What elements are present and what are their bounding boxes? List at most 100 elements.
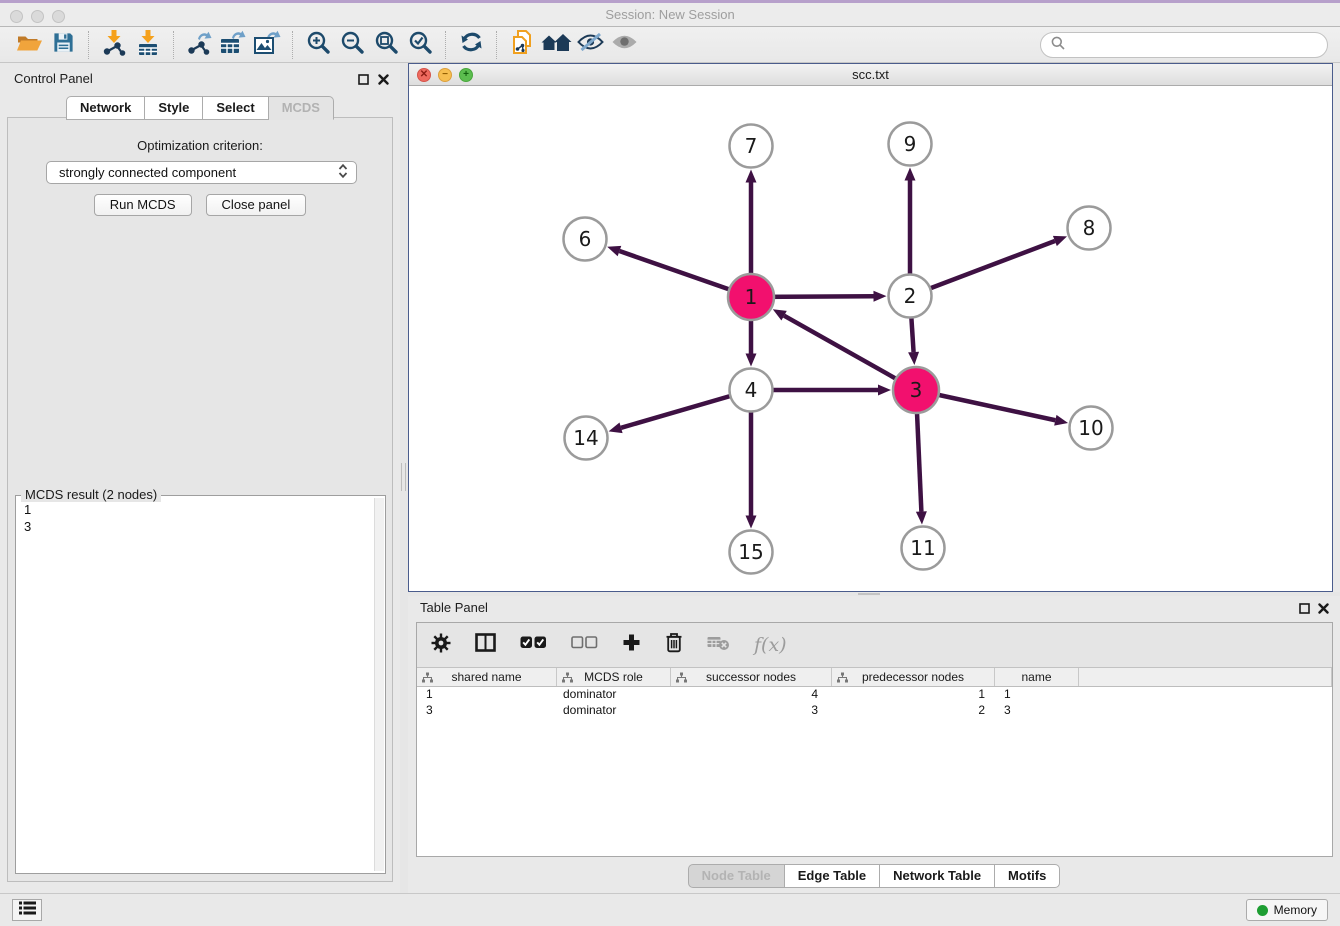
table-cell[interactable]: dominator (557, 703, 671, 719)
column-header-mcds-role[interactable]: MCDS role (557, 668, 671, 686)
eye-icon (611, 33, 638, 56)
zoom-fit-button[interactable] (369, 30, 403, 60)
table-row[interactable]: 3dominator323 (417, 703, 1332, 719)
table-cell[interactable]: 3 (417, 703, 557, 719)
deselect-all-button[interactable] (571, 636, 598, 654)
delete-column-button[interactable] (665, 632, 683, 658)
task-history-button[interactable] (12, 899, 42, 921)
tab-edge-table[interactable]: Edge Table (785, 864, 880, 888)
graph-node-label-1: 1 (745, 285, 758, 309)
table-panel-title: Table Panel (420, 600, 488, 615)
tab-network[interactable]: Network (66, 96, 145, 120)
refresh-layout-button[interactable] (454, 30, 488, 60)
criterion-dropdown[interactable]: strongly connected component (46, 161, 357, 184)
export-table-icon (219, 29, 247, 60)
column-header-name[interactable]: name (995, 668, 1079, 686)
close-panel-button[interactable]: Close panel (206, 194, 307, 216)
zoom-selected-button[interactable] (403, 30, 437, 60)
show-hide-columns-button[interactable] (475, 633, 496, 657)
column-header-predecessor-nodes[interactable]: predecessor nodes (832, 668, 995, 686)
tab-select[interactable]: Select (203, 96, 268, 120)
horizontal-splitter[interactable] (408, 592, 1340, 596)
column-header-successor-nodes[interactable]: successor nodes (671, 668, 832, 686)
import-table-icon (136, 29, 160, 61)
table-panel-close-button[interactable] (1316, 601, 1330, 615)
table-cell[interactable]: 1 (832, 687, 995, 703)
tab-mcds[interactable]: MCDS (269, 96, 334, 120)
criterion-dropdown-value: strongly connected component (59, 165, 338, 180)
optimization-criterion-label: Optimization criterion: (8, 138, 392, 153)
show-all-button[interactable] (607, 30, 641, 60)
control-panel-close-button[interactable] (376, 72, 390, 86)
zoom-in-button[interactable] (301, 30, 335, 60)
home-layout-button[interactable] (539, 30, 573, 60)
graph-node-label-4: 4 (745, 378, 758, 402)
table-options-button[interactable] (431, 633, 451, 658)
table-row[interactable]: 1dominator411 (417, 687, 1332, 703)
columns-icon (475, 633, 496, 657)
network-frame-titlebar[interactable]: ✕ − + scc.txt (409, 64, 1332, 86)
tab-motifs[interactable]: Motifs (995, 864, 1060, 888)
table-cell[interactable]: 4 (671, 687, 832, 703)
edge-arrowhead (746, 354, 757, 367)
search-input[interactable] (1071, 38, 1317, 53)
import-table-button[interactable] (131, 30, 165, 60)
column-type-icon (676, 672, 687, 686)
edge-arrowhead (878, 385, 891, 396)
toolbar-separator (173, 31, 174, 59)
delete-table-button[interactable] (707, 635, 730, 656)
tab-node-table[interactable]: Node Table (688, 864, 785, 888)
table-header-row: shared nameMCDS rolesuccessor nodesprede… (417, 668, 1332, 687)
control-panel-content: Optimization criterion: strongly connect… (7, 117, 393, 882)
zoom-selected-icon (408, 30, 433, 60)
edge-arrowhead (1054, 415, 1068, 426)
run-mcds-button[interactable]: Run MCDS (94, 194, 192, 216)
zoom-out-button[interactable] (335, 30, 369, 60)
add-column-button[interactable] (622, 633, 641, 657)
table-toolbar: f(x) (417, 623, 1332, 668)
column-type-icon (837, 672, 848, 686)
table-panel-float-button[interactable] (1297, 601, 1311, 615)
function-builder-button[interactable]: f(x) (754, 634, 787, 656)
edge-arrowhead (873, 291, 886, 302)
table-cell[interactable]: dominator (557, 687, 671, 703)
mcds-result-line: 1 (24, 501, 365, 518)
plus-icon (622, 633, 641, 657)
eye-slash-icon (577, 32, 604, 57)
table-cell[interactable]: 2 (832, 703, 995, 719)
edge-arrowhead (916, 511, 927, 524)
select-all-button[interactable] (520, 636, 547, 654)
table-cell[interactable]: 1 (417, 687, 557, 703)
control-panel-float-button[interactable] (356, 72, 370, 86)
mcds-result-scrollbar[interactable] (374, 498, 384, 871)
import-network-icon (101, 29, 127, 61)
toolbar-separator (88, 31, 89, 59)
import-network-button[interactable] (97, 30, 131, 60)
edge-arrowhead (607, 246, 621, 256)
status-bar: Memory (0, 893, 1340, 926)
graph-node-label-9: 9 (904, 132, 917, 156)
graph-node-label-14: 14 (573, 426, 598, 450)
mcds-result-lines[interactable]: 13 (16, 498, 373, 871)
hide-selected-button[interactable] (573, 30, 607, 60)
search-box[interactable] (1040, 32, 1328, 58)
network-canvas[interactable]: 7968124314101511 (409, 86, 1332, 591)
tab-style[interactable]: Style (145, 96, 203, 120)
column-header-shared-name[interactable]: shared name (417, 668, 557, 686)
table-cell[interactable]: 3 (671, 703, 832, 719)
edge-arrowhead (746, 516, 757, 529)
export-network-button[interactable] (182, 30, 216, 60)
table-cell[interactable]: 3 (995, 703, 1079, 719)
zoom-in-icon (306, 30, 331, 60)
export-image-button[interactable] (250, 30, 284, 60)
export-table-button[interactable] (216, 30, 250, 60)
table-cell[interactable]: 1 (995, 687, 1079, 703)
open-session-button[interactable] (12, 30, 46, 60)
memory-button[interactable]: Memory (1246, 899, 1328, 921)
vertical-splitter[interactable] (400, 63, 408, 893)
duplicate-network-button[interactable] (505, 30, 539, 60)
node-table-frame: f(x) shared nameMCDS rolesuccessor nodes… (416, 622, 1333, 857)
edge-2-8[interactable] (910, 241, 1055, 296)
save-session-button[interactable] (46, 30, 80, 60)
tab-network-table[interactable]: Network Table (880, 864, 995, 888)
